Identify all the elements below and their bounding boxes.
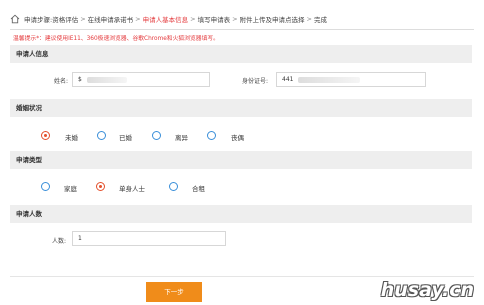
option-shared-rent: 合租 bbox=[192, 185, 205, 193]
id-number-input[interactable]: 441 bbox=[276, 72, 426, 87]
section-header-apply-type: 申请类型 bbox=[10, 151, 472, 169]
radio-family[interactable] bbox=[41, 182, 50, 191]
count-label: 人数: bbox=[51, 238, 66, 245]
count-value: 1 bbox=[78, 235, 82, 242]
option-unmarried: 未婚 bbox=[65, 134, 78, 142]
id-label: 身份证号: bbox=[241, 78, 268, 85]
separator: > bbox=[306, 15, 312, 23]
radio-single[interactable] bbox=[96, 182, 105, 191]
option-family: 家庭 bbox=[64, 185, 77, 193]
option-divorced: 离异 bbox=[175, 134, 188, 142]
section-header-applicant: 申请人信息 bbox=[10, 45, 472, 63]
option-married: 已婚 bbox=[119, 134, 132, 142]
watermark: husay.cn bbox=[380, 279, 474, 301]
id-value: 441 bbox=[282, 76, 294, 83]
radio-unmarried[interactable] bbox=[41, 131, 50, 140]
step-1: 资格评估 bbox=[52, 16, 79, 24]
footer-divider bbox=[10, 276, 474, 277]
name-value: $ bbox=[78, 76, 82, 83]
separator: > bbox=[135, 15, 141, 23]
section-header-marital: 婚姻状况 bbox=[10, 99, 472, 117]
redacted-text bbox=[298, 76, 361, 83]
section-header-count: 申请人数 bbox=[10, 205, 472, 223]
name-input[interactable]: $ bbox=[72, 72, 210, 87]
radio-divorced[interactable] bbox=[152, 131, 161, 140]
separator: > bbox=[80, 15, 86, 23]
step-4: 填写申请表 bbox=[197, 16, 231, 24]
step-5: 附件上传及申请点选择 bbox=[239, 16, 305, 24]
step-3-active: 申请人基本信息 bbox=[142, 16, 189, 24]
separator: > bbox=[190, 15, 196, 23]
separator: > bbox=[232, 15, 238, 23]
radio-married[interactable] bbox=[97, 131, 106, 140]
radio-widowed[interactable] bbox=[207, 131, 216, 140]
next-step-button[interactable]: 下一步 bbox=[146, 282, 202, 302]
option-single: 单身人士 bbox=[119, 185, 145, 193]
name-label: 姓名: bbox=[53, 78, 68, 85]
divider bbox=[10, 29, 474, 30]
redacted-text bbox=[86, 76, 127, 83]
browser-tip: 温馨提示*：建议使用IE11、360极速浏览器、谷歌Chrome和火狐浏览器填写… bbox=[13, 36, 219, 42]
step-6: 完成 bbox=[313, 16, 327, 24]
breadcrumb: 申请步骤: 资格评估 > 在线申请承诺书 > 申请人基本信息 > 填写申请表 >… bbox=[10, 10, 476, 28]
step-2: 在线申请承诺书 bbox=[87, 16, 134, 24]
option-widowed: 丧偶 bbox=[231, 134, 244, 142]
radio-shared-rent[interactable] bbox=[169, 182, 178, 191]
home-icon[interactable] bbox=[10, 14, 20, 24]
step-label: 申请步骤: bbox=[24, 16, 53, 24]
count-input[interactable]: 1 bbox=[72, 231, 226, 246]
